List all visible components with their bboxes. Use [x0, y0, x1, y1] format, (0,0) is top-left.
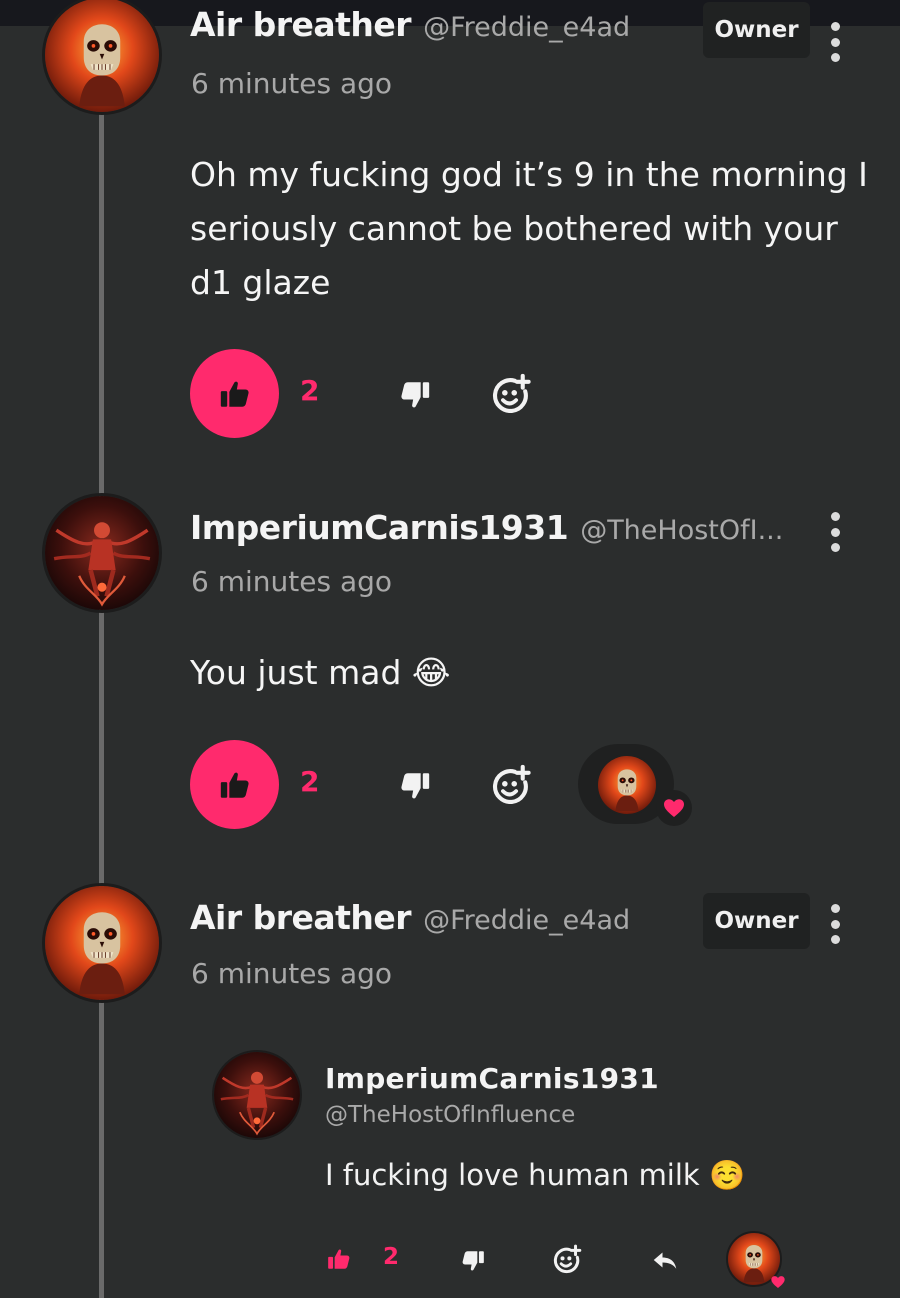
author-name[interactable]: Air breather [190, 898, 412, 937]
thumbs-down-icon [398, 769, 432, 803]
thumbs-up-icon [326, 1246, 352, 1272]
like-count: 2 [300, 374, 320, 407]
add-reaction-button[interactable] [488, 763, 534, 809]
thread-line [99, 112, 104, 1298]
more-vertical-icon[interactable] [826, 512, 844, 552]
add-reaction-icon [489, 373, 533, 417]
heart-icon [770, 1274, 786, 1290]
like-count: 2 [300, 765, 320, 798]
timestamp: 6 minutes ago [191, 565, 393, 598]
add-reaction-icon [489, 764, 533, 808]
author-name[interactable]: ImperiumCarnis1931 [190, 508, 569, 547]
like-button[interactable] [324, 1244, 354, 1274]
thumbs-up-icon [218, 377, 252, 411]
author-handle[interactable]: @Freddie_e4ad [423, 905, 630, 936]
avatar[interactable] [42, 883, 162, 1003]
thumbs-down-icon [398, 378, 432, 412]
more-vertical-icon[interactable] [826, 904, 844, 944]
timestamp: 6 minutes ago [191, 957, 393, 990]
quoted-author-name[interactable]: ImperiumCarnis1931 [325, 1062, 659, 1095]
comment-author: Air breather @Freddie_e4ad [190, 5, 630, 44]
reply-button[interactable] [648, 1243, 682, 1277]
dislike-button[interactable] [396, 376, 434, 414]
dislike-button[interactable] [458, 1246, 488, 1276]
owner-badge: Owner [703, 2, 810, 58]
comment-text: Oh my fucking god it’s 9 in the morning … [190, 155, 868, 302]
dislike-button[interactable] [396, 767, 434, 805]
heart-badge [656, 790, 692, 826]
owner-badge: Owner [703, 893, 810, 949]
thumbs-up-icon [218, 768, 252, 802]
author-handle[interactable]: @Freddie_e4ad [423, 12, 630, 43]
comment-author: Air breather @Freddie_e4ad [190, 898, 630, 937]
quoted-author-handle[interactable]: @TheHostOfInfluence [325, 1102, 575, 1128]
creator-avatar [596, 754, 658, 816]
avatar[interactable] [212, 1050, 302, 1140]
comment-author: ImperiumCarnis1931 @TheHostOfI... [190, 508, 783, 547]
timestamp: 6 minutes ago [191, 67, 393, 100]
like-button[interactable] [190, 349, 279, 438]
like-count: 2 [383, 1244, 400, 1270]
author-handle[interactable]: @TheHostOfI... [580, 515, 783, 546]
add-reaction-icon [551, 1244, 583, 1276]
avatar[interactable] [42, 0, 162, 115]
avatar[interactable] [42, 493, 162, 613]
add-reaction-button[interactable] [488, 372, 534, 418]
heart-icon [662, 796, 686, 820]
like-button[interactable] [190, 740, 279, 829]
thumbs-down-icon [460, 1248, 486, 1274]
add-reaction-button[interactable] [550, 1243, 584, 1277]
quoted-comment-text: I fucking love human milk ☺️ [325, 1158, 746, 1192]
more-vertical-icon[interactable] [826, 22, 844, 62]
reply-icon [653, 1252, 677, 1269]
comment-text: You just mad 😂 [190, 653, 451, 692]
author-name[interactable]: Air breather [190, 5, 412, 44]
